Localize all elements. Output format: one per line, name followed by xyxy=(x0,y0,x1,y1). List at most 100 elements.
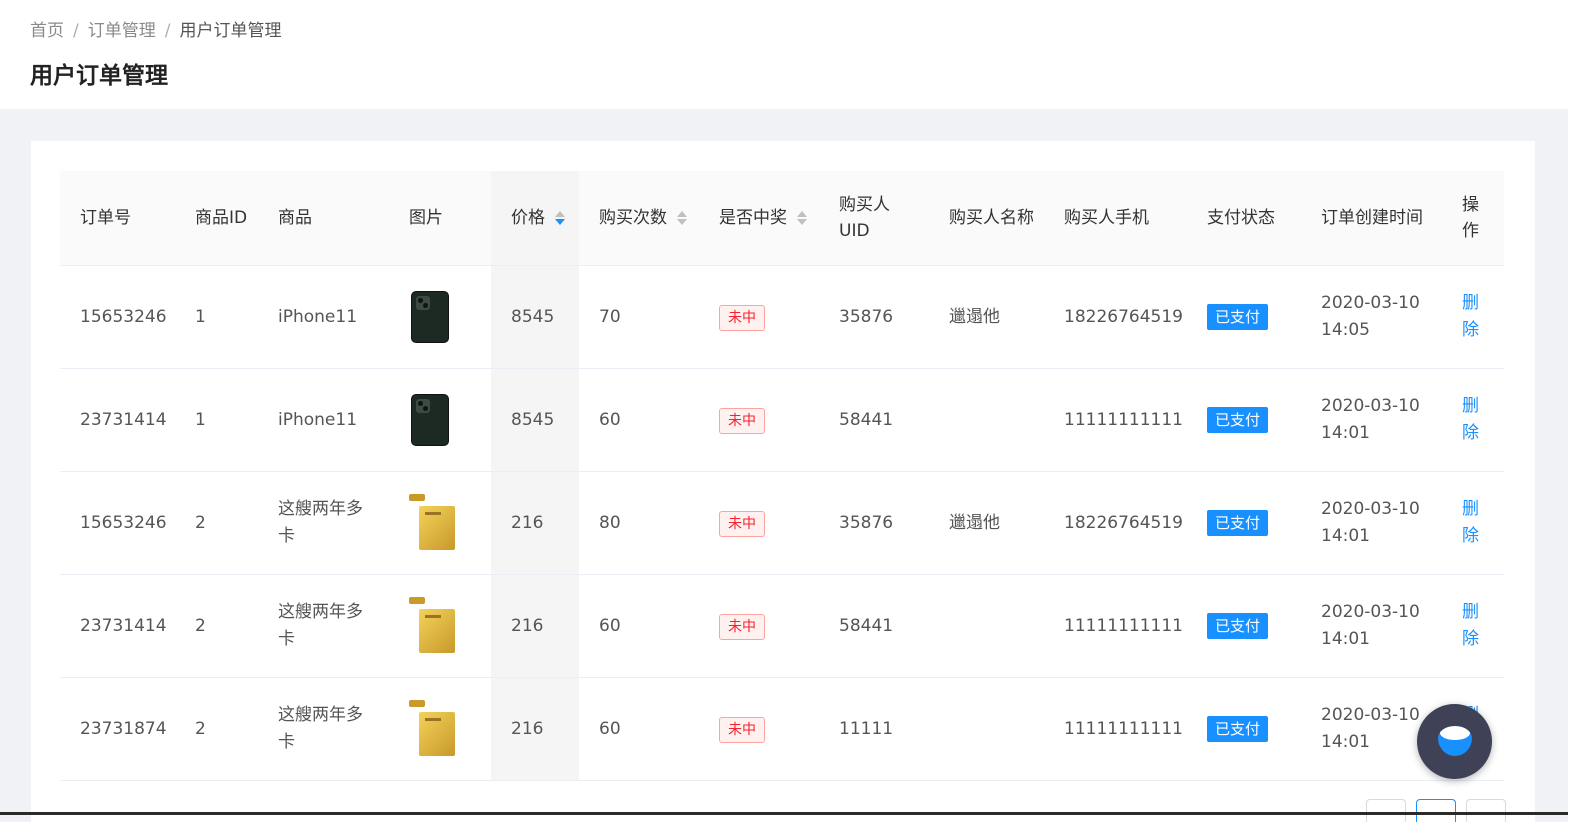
column-header-buyer-phone: 购买人手机 xyxy=(1044,171,1187,266)
breadcrumb-separator: / xyxy=(73,21,79,41)
floating-action-button[interactable] xyxy=(1417,704,1492,779)
not-won-tag: 未中 xyxy=(719,510,765,537)
sort-caret-icon[interactable] xyxy=(677,211,687,225)
page: 首页 / 订单管理 / 用户订单管理 用户订单管理 订单号 商品ID 商品 图片 价格 xyxy=(0,0,1581,822)
pagination-page-button[interactable] xyxy=(1416,799,1456,822)
column-header-buyer-name: 购买人名称 xyxy=(929,171,1044,266)
column-header-purchase-count[interactable]: 购买次数 xyxy=(579,171,699,266)
buyer-name-cell xyxy=(929,574,1044,678)
phone-cell: 11111111111 xyxy=(1044,677,1187,781)
sort-caret-icon[interactable] xyxy=(797,211,807,225)
product-cell: 这艘两年多卡 xyxy=(258,471,389,575)
paid-status-badge: 已支付 xyxy=(1207,406,1269,433)
action-cell: 删除 xyxy=(1442,471,1504,575)
order-no-cell: 15653246 xyxy=(60,471,175,575)
won-cell: 未中 xyxy=(699,265,819,369)
status-cell: 已支付 xyxy=(1187,368,1301,472)
gold-bar-image[interactable] xyxy=(409,700,457,758)
column-header-created-at: 订单创建时间 xyxy=(1301,171,1442,266)
order-no-cell: 23731414 xyxy=(60,368,175,472)
won-cell: 未中 xyxy=(699,677,819,781)
bottom-border xyxy=(0,812,1568,815)
delete-link[interactable]: 删除 xyxy=(1462,499,1479,546)
orders-card: 订单号 商品ID 商品 图片 价格 购买次数 是否中奖 购买人UID 购买人名称 xyxy=(31,141,1535,822)
column-header-product-id: 商品ID xyxy=(175,171,258,266)
page-title: 用户订单管理 xyxy=(30,63,168,89)
image-cell xyxy=(389,265,491,369)
column-header-order-no: 订单号 xyxy=(60,171,175,266)
paid-status-badge: 已支付 xyxy=(1207,715,1269,742)
gold-bar-image[interactable] xyxy=(409,597,457,655)
uid-cell: 35876 xyxy=(819,265,929,369)
iphone-image[interactable] xyxy=(411,394,449,446)
column-header-pay-status: 支付状态 xyxy=(1187,171,1301,266)
table-header-row: 订单号 商品ID 商品 图片 价格 购买次数 是否中奖 购买人UID 购买人名称 xyxy=(60,171,1504,266)
window-edge xyxy=(1568,0,1581,822)
won-cell: 未中 xyxy=(699,368,819,472)
created-at-cell: 2020-03-10 14:05 xyxy=(1301,265,1442,369)
product-id-cell: 2 xyxy=(175,574,258,678)
buyer-name-cell xyxy=(929,677,1044,781)
pagination-prev-button[interactable] xyxy=(1366,799,1406,822)
gold-bar-image[interactable] xyxy=(409,494,457,552)
table-row: 15653246 2 这艘两年多卡 216 80 未中 35876 邋遢他 18… xyxy=(60,471,1504,575)
column-header-won[interactable]: 是否中奖 xyxy=(699,171,819,266)
breadcrumb-separator: / xyxy=(164,21,171,41)
price-cell: 8545 xyxy=(491,265,579,369)
breadcrumb: 首页 / 订单管理 / 用户订单管理 xyxy=(30,16,281,41)
phone-cell: 18226764519 xyxy=(1044,265,1187,369)
paid-status-badge: 已支付 xyxy=(1207,509,1269,536)
delete-link[interactable]: 删除 xyxy=(1462,602,1479,649)
product-id-cell: 2 xyxy=(175,471,258,575)
orders-table: 订单号 商品ID 商品 图片 价格 购买次数 是否中奖 购买人UID 购买人名称 xyxy=(60,171,1504,781)
breadcrumb-home[interactable]: 首页 xyxy=(30,21,64,41)
uid-cell: 11111 xyxy=(819,677,929,781)
breadcrumb-section[interactable]: 订单管理 xyxy=(88,21,156,41)
status-cell: 已支付 xyxy=(1187,471,1301,575)
image-cell xyxy=(389,677,491,781)
image-cell xyxy=(389,471,491,575)
status-cell: 已支付 xyxy=(1187,574,1301,678)
action-cell: 删除 xyxy=(1442,265,1504,369)
delete-link[interactable]: 删除 xyxy=(1462,293,1479,340)
product-id-cell: 2 xyxy=(175,677,258,781)
count-cell: 60 xyxy=(579,368,699,472)
action-cell: 删除 xyxy=(1442,368,1504,472)
status-cell: 已支付 xyxy=(1187,677,1301,781)
created-at-cell: 2020-03-10 14:01 xyxy=(1301,574,1442,678)
page-header: 首页 / 订单管理 / 用户订单管理 用户订单管理 xyxy=(0,0,1568,109)
sort-caret-icon[interactable] xyxy=(555,211,565,225)
column-header-product: 商品 xyxy=(258,171,389,266)
iphone-image[interactable] xyxy=(411,291,449,343)
created-at-cell: 2020-03-10 14:01 xyxy=(1301,368,1442,472)
price-cell: 8545 xyxy=(491,368,579,472)
table-row: 23731414 1 iPhone11 8545 60 未中 58441 111… xyxy=(60,368,1504,472)
action-cell: 删除 xyxy=(1442,574,1504,678)
pagination-next-button[interactable] xyxy=(1466,799,1506,822)
delete-link[interactable]: 删除 xyxy=(1462,396,1479,443)
buyer-name-cell: 邋遢他 xyxy=(929,265,1044,369)
paid-status-badge: 已支付 xyxy=(1207,612,1269,639)
column-header-price[interactable]: 价格 xyxy=(491,171,579,266)
product-cell: 这艘两年多卡 xyxy=(258,677,389,781)
not-won-tag: 未中 xyxy=(719,407,765,434)
order-no-cell: 23731414 xyxy=(60,574,175,678)
rice-bowl-icon xyxy=(1438,726,1472,756)
count-cell: 80 xyxy=(579,471,699,575)
product-cell: 这艘两年多卡 xyxy=(258,574,389,678)
column-header-buyer-uid: 购买人UID xyxy=(819,171,929,266)
not-won-tag: 未中 xyxy=(719,716,765,743)
table-row: 15653246 1 iPhone11 8545 70 未中 35876 邋遢他… xyxy=(60,265,1504,369)
table-row: 23731874 2 这艘两年多卡 216 60 未中 11111 111111… xyxy=(60,677,1504,781)
not-won-tag: 未中 xyxy=(719,304,765,331)
won-cell: 未中 xyxy=(699,574,819,678)
buyer-name-cell xyxy=(929,368,1044,472)
price-cell: 216 xyxy=(491,471,579,575)
won-cell: 未中 xyxy=(699,471,819,575)
uid-cell: 58441 xyxy=(819,368,929,472)
not-won-tag: 未中 xyxy=(719,613,765,640)
count-cell: 70 xyxy=(579,265,699,369)
paid-status-badge: 已支付 xyxy=(1207,303,1269,330)
status-cell: 已支付 xyxy=(1187,265,1301,369)
order-no-cell: 23731874 xyxy=(60,677,175,781)
